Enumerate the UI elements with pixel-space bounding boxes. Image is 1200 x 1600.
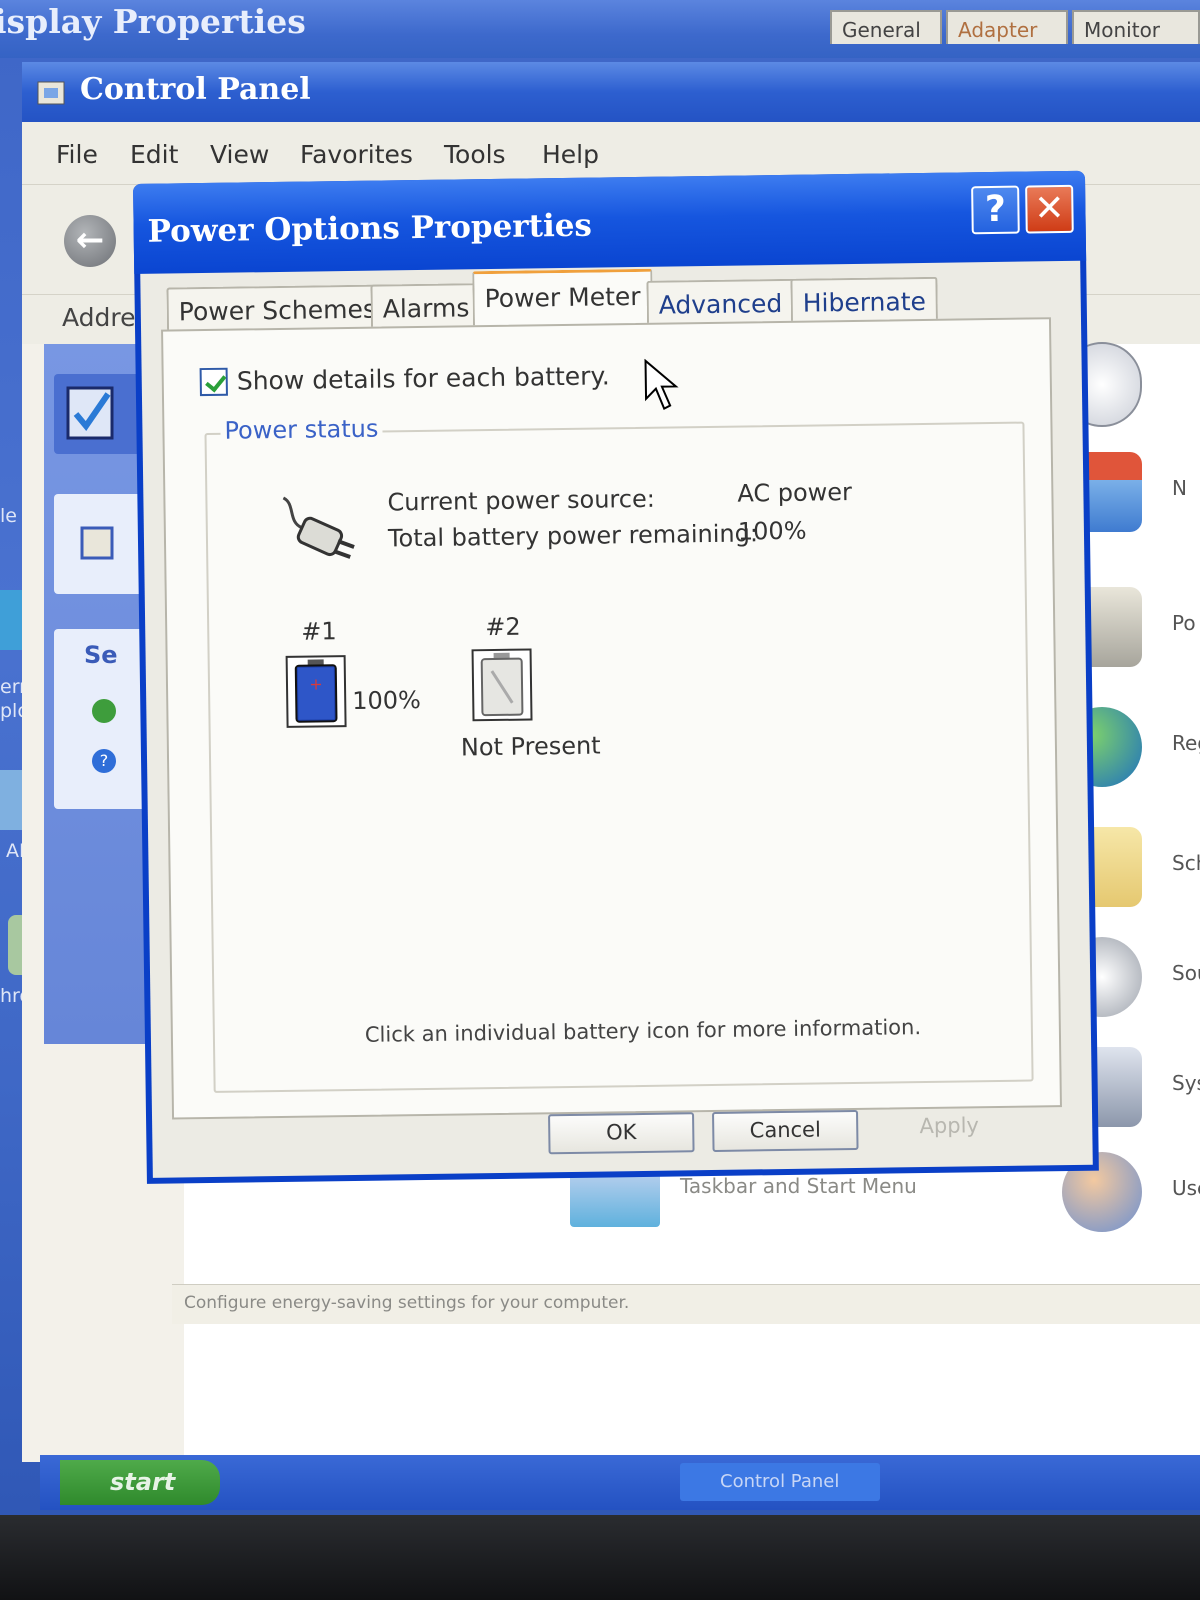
switch-view-icon: [80, 526, 114, 560]
battery-1-button[interactable]: +: [285, 655, 347, 728]
power-meter-panel: Show details for each battery. Power sta…: [161, 317, 1062, 1120]
power-options-dialog: Power Options Properties ? ✕ Power Schem…: [133, 170, 1099, 1184]
current-source-value: AC power: [737, 477, 853, 508]
cp-item-user-label: User Ac: [1172, 1176, 1200, 1200]
menu-view[interactable]: View: [210, 140, 269, 169]
battery-empty-icon: [480, 652, 524, 717]
display-properties-titlebar: isplay Properties General Adapter Monito…: [0, 0, 1200, 58]
menu-help[interactable]: Help: [542, 140, 599, 169]
current-source-label: Current power source:: [387, 484, 656, 517]
menu-edit[interactable]: Edit: [130, 140, 178, 169]
windows-update-icon[interactable]: [92, 699, 116, 723]
svg-text:+: +: [309, 674, 323, 693]
tab-general[interactable]: General: [830, 10, 942, 44]
status-bar: Configure energy-saving settings for you…: [172, 1284, 1200, 1324]
show-details-checkbox[interactable]: [199, 367, 228, 396]
tab-adapter[interactable]: Adapter: [946, 10, 1068, 44]
checklist-icon: [66, 386, 114, 440]
desktop-label-1: le: [0, 505, 17, 527]
tab-advanced[interactable]: Advanced: [646, 278, 795, 325]
battery-1-status: 100%: [352, 686, 422, 715]
mouse-cursor-icon: [644, 358, 679, 410]
display-properties-title: isplay Properties: [0, 2, 306, 41]
cp-item-sounds-label: Soun: [1172, 961, 1200, 985]
help-button[interactable]: ?: [971, 185, 1020, 235]
dialog-body: Power Schemes Alarms Power Meter Advance…: [140, 260, 1093, 1178]
tab-power-schemes[interactable]: Power Schemes: [166, 284, 389, 332]
battery-full-icon: +: [294, 659, 338, 723]
battery-2-button[interactable]: [471, 648, 533, 722]
menu-tools[interactable]: Tools: [444, 140, 506, 169]
cp-item-system-label: System: [1172, 1071, 1200, 1095]
back-button[interactable]: ←: [64, 215, 116, 267]
cp-item-taskbar-label: Taskbar and Start Menu: [680, 1174, 917, 1198]
windows-taskbar: start Control Panel: [40, 1455, 1200, 1510]
total-remaining-value: 100%: [737, 516, 807, 546]
ok-button[interactable]: OK: [548, 1112, 695, 1155]
dialog-titlebar[interactable]: Power Options Properties ? ✕: [133, 170, 1087, 274]
dialog-title: Power Options Properties: [147, 207, 593, 250]
ac-plug-icon: [282, 496, 355, 559]
taskbar-control-panel[interactable]: Control Panel: [680, 1463, 880, 1501]
tab-hibernate[interactable]: Hibernate: [790, 276, 939, 323]
cp-item-regional-label: Reg: [1172, 731, 1200, 755]
screen: isplay Properties General Adapter Monito…: [0, 0, 1200, 1540]
show-details-row[interactable]: Show details for each battery.: [199, 361, 610, 396]
tab-power-meter[interactable]: Power Meter: [472, 268, 653, 330]
start-button[interactable]: start: [60, 1460, 220, 1505]
power-status-group: Power status Current power source: AC po…: [204, 414, 1034, 1093]
help-support-icon[interactable]: ?: [92, 749, 116, 773]
control-panel-title: Control Panel: [80, 72, 311, 107]
show-details-label[interactable]: Show details for each battery.: [237, 361, 610, 395]
cp-item-scheduled-label: Sche: [1172, 851, 1200, 875]
menu-file[interactable]: File: [56, 140, 98, 169]
control-panel-titlebar: Control Panel: [22, 62, 1200, 122]
battery-1-number: #1: [301, 617, 337, 646]
tab-monitor[interactable]: Monitor: [1072, 10, 1200, 44]
menu-favorites[interactable]: Favorites: [300, 140, 413, 169]
battery-hint-text: Click an individual battery icon for mor…: [364, 1015, 922, 1047]
tab-alarms[interactable]: Alarms: [370, 283, 482, 329]
see-also-label: Se: [84, 641, 118, 669]
battery-2-number: #2: [485, 612, 521, 642]
monitor-bezel: [0, 1515, 1200, 1600]
cancel-button[interactable]: Cancel: [712, 1109, 859, 1153]
cp-item-network-label: N: [1172, 476, 1187, 500]
total-remaining-label: Total battery power remaining:: [387, 519, 759, 553]
control-panel-icon: [37, 81, 65, 105]
power-status-legend: Power status: [220, 414, 383, 445]
cp-item-power-label: Po: [1172, 611, 1196, 635]
apply-button[interactable]: Apply: [876, 1108, 1023, 1150]
close-button[interactable]: ✕: [1025, 184, 1074, 234]
battery-2-status: Not Present: [460, 731, 601, 762]
